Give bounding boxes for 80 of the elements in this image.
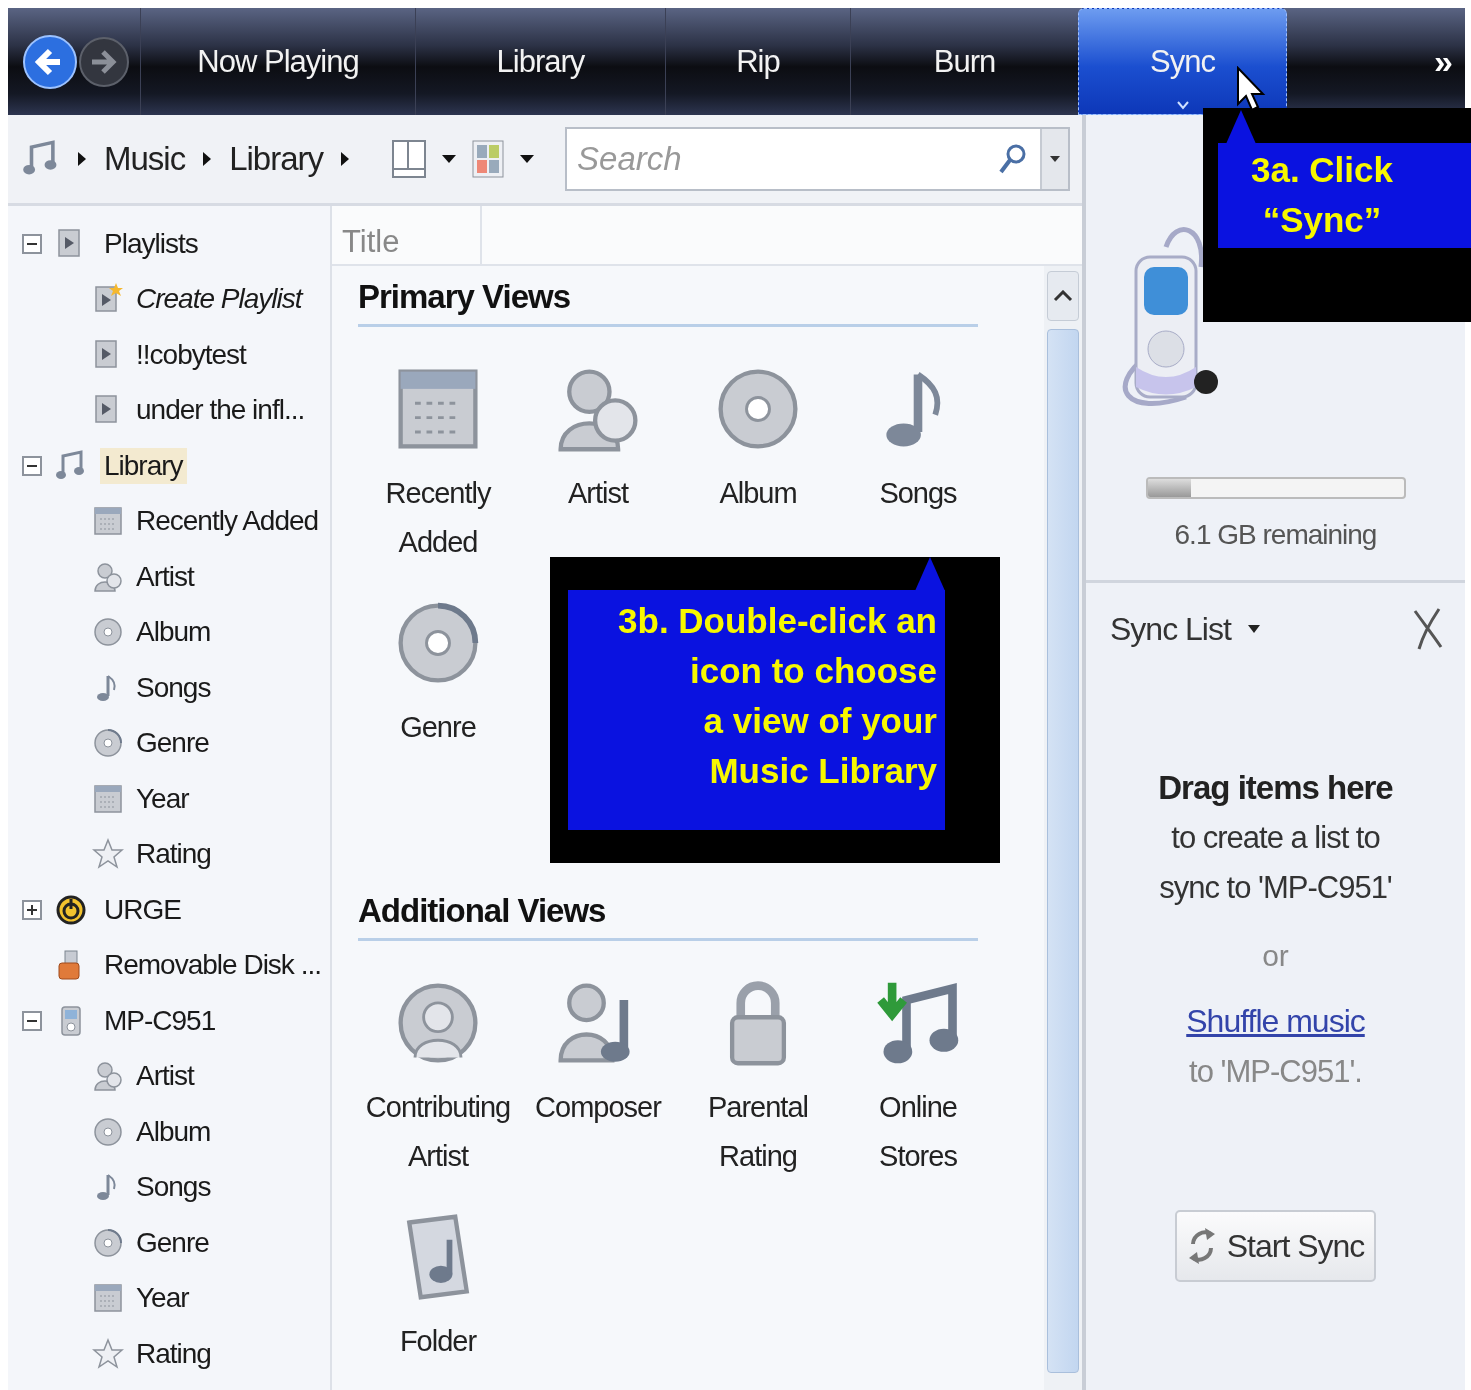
view-label[interactable]: Composer (535, 1083, 661, 1132)
scrollbar[interactable] (1044, 266, 1082, 1390)
person-icon (92, 560, 124, 593)
chevron-up-icon (1053, 290, 1073, 302)
navigation-item[interactable]: !!cobytest (132, 336, 250, 373)
navigation-item[interactable]: Album (132, 614, 215, 651)
power-icon (55, 893, 87, 926)
section-heading: Additional Views (358, 892, 978, 941)
discs-icon (92, 1226, 124, 1259)
music-notes-icon (55, 449, 87, 482)
shuffle-music-link[interactable]: Shuffle music (1186, 1003, 1365, 1040)
dropdown-arrow-icon (1049, 155, 1062, 163)
calendar-icon (92, 505, 124, 538)
expand-icon[interactable] (22, 899, 42, 920)
navigation-item[interactable]: Rating (132, 1335, 215, 1372)
scroll-thumb[interactable] (1047, 329, 1079, 1373)
navigation-item[interactable]: URGE (100, 891, 185, 928)
caret-icon (1246, 624, 1261, 634)
callout-text: 3b. Double-click an icon to choose a view of your Music Library (617, 600, 938, 792)
person-icon (92, 1060, 124, 1093)
disc-icon (92, 1115, 124, 1148)
navigation-item[interactable]: Album (132, 1113, 215, 1150)
navigation-item[interactable]: Library (100, 447, 187, 484)
dropdown-arrow-icon[interactable] (441, 154, 458, 164)
view-label[interactable]: Online Stores (879, 1083, 957, 1181)
nav-tab[interactable]: Sync (1078, 8, 1287, 115)
dropdown-arrow-icon[interactable] (519, 154, 536, 164)
navigation-item[interactable]: under the infl... (132, 392, 309, 429)
calendar-icon (92, 1282, 124, 1315)
view-label[interactable]: Recently Added (385, 469, 491, 567)
caret-icon (1175, 100, 1190, 110)
callout-text: 3a. Click “Sync” (1249, 149, 1394, 241)
shuffle-target-text: to 'MP-C951'. (1189, 1054, 1362, 1090)
navigation-item[interactable]: Create Playlist (132, 281, 306, 318)
close-icon[interactable] (1411, 607, 1445, 651)
view-label[interactable]: Contributing Artist (365, 1083, 511, 1181)
scroll-up-button[interactable] (1047, 271, 1079, 321)
empty-list-heading: Drag items here (1158, 769, 1393, 807)
navigation-item[interactable]: Songs (132, 1169, 215, 1206)
section-heading: Primary Views (358, 278, 978, 327)
navigation-item[interactable]: Removable Disk ... (100, 947, 325, 984)
navigation-item[interactable]: Year (132, 1280, 193, 1317)
star-icon (92, 1337, 124, 1370)
sync-list-menu[interactable]: Sync List (1110, 610, 1261, 648)
navigation-item[interactable]: Rating (132, 836, 215, 873)
collapse-icon[interactable] (22, 455, 42, 476)
discs-icon (92, 727, 124, 760)
search-field[interactable]: Search (565, 127, 1071, 191)
layout-button-icon[interactable] (391, 139, 428, 179)
collapse-icon[interactable] (22, 233, 42, 254)
forward-button-icon[interactable] (78, 35, 130, 88)
breadcrumb-item[interactable]: Music (104, 140, 186, 178)
navigation-item[interactable]: Songs (132, 669, 215, 706)
calendar-icon (92, 782, 124, 815)
navigation-item[interactable]: MP-C951 (100, 1002, 220, 1039)
navigation-item[interactable]: Artist (132, 558, 198, 595)
back-button-icon[interactable] (22, 33, 78, 90)
empty-list-message: to create a list to sync to 'MP-C951' (1158, 819, 1393, 907)
view-label[interactable]: Songs (879, 469, 957, 518)
disc-icon (92, 616, 124, 649)
navigation-item[interactable]: Playlists (100, 225, 202, 262)
navigation-item[interactable]: Genre (132, 725, 213, 762)
collapse-icon[interactable] (22, 1010, 42, 1031)
storage-remaining-text: 6.1 GB remaining (1174, 519, 1377, 551)
search-input[interactable]: Search (567, 139, 999, 179)
more-button[interactable]: » (1287, 42, 1465, 81)
navigation-item[interactable]: Artist (132, 1058, 198, 1095)
start-sync-button[interactable]: Start Sync (1174, 1210, 1377, 1282)
or-text: or (1262, 939, 1289, 973)
view-label[interactable]: Artist (567, 469, 629, 518)
navigation-item[interactable]: Year (132, 780, 193, 817)
view-label[interactable]: Album (719, 469, 797, 518)
navigation-item[interactable]: Recently Added (132, 503, 323, 540)
view-label[interactable]: Genre (400, 703, 476, 752)
navigation-item[interactable]: Genre (132, 1224, 213, 1261)
breadcrumb-item[interactable]: Library (229, 140, 324, 178)
star-icon (92, 838, 124, 871)
view-label[interactable]: Folder (399, 1317, 477, 1366)
view-label[interactable]: Parental Rating (708, 1083, 808, 1181)
breadcrumb-arrow-icon (76, 150, 88, 168)
